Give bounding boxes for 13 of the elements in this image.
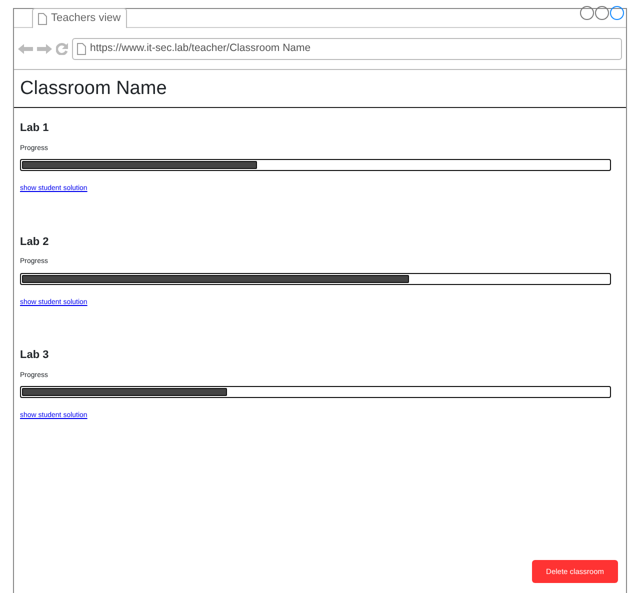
forward-icon[interactable] — [37, 44, 52, 54]
lab-title: Lab 2 — [20, 234, 50, 250]
lab-title: Lab 3 — [20, 348, 50, 363]
reload-icon[interactable] — [56, 42, 68, 54]
lab-title: Lab 1 — [20, 121, 50, 136]
page-icon — [38, 12, 47, 24]
page-title: Classroom Name — [14, 70, 626, 108]
back-icon[interactable] — [18, 44, 33, 54]
address-field[interactable]: https://www.it-sec.lab/teacher/Classroom Name — [72, 38, 622, 60]
tab-title: Teachers view — [51, 11, 121, 26]
page-icon — [77, 42, 86, 54]
browser-tab[interactable]: Teachers view — [32, 8, 127, 28]
window-controls-icon[interactable] — [579, 5, 625, 21]
